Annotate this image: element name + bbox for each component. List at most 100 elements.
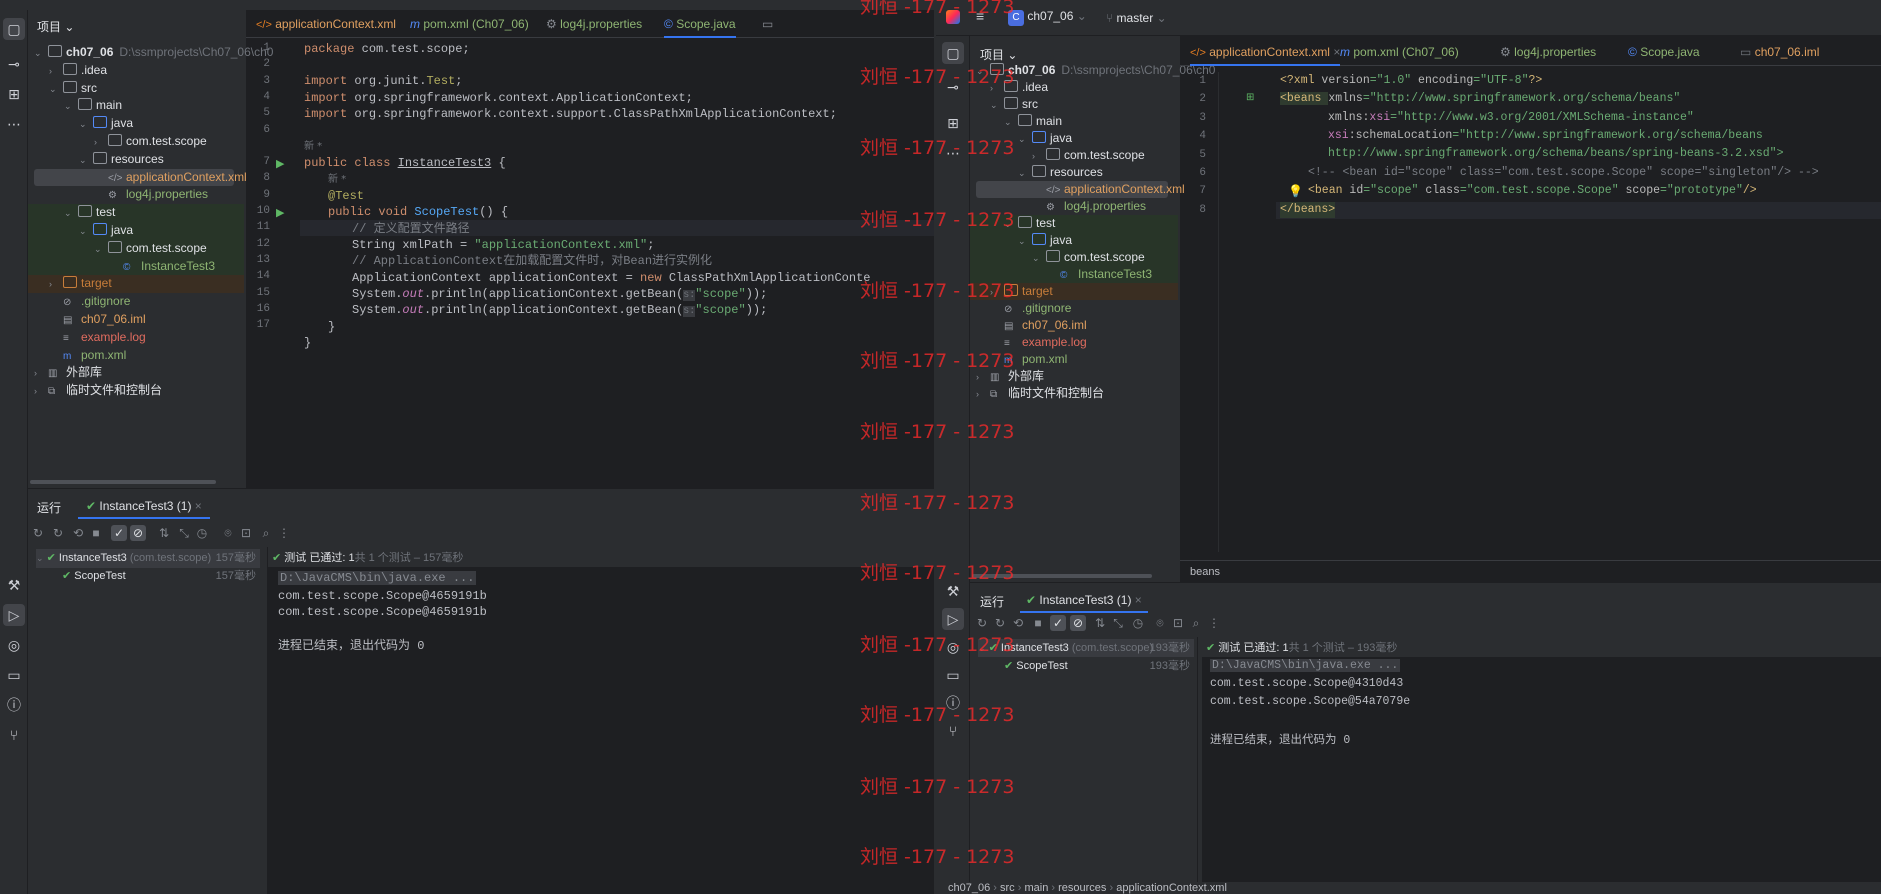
chevron-right-icon[interactable]: › — [1032, 148, 1046, 165]
rerun-failed-icon[interactable]: ↻ — [992, 615, 1008, 631]
tree-item[interactable]: › ▥ 外部库 — [28, 364, 244, 382]
tree-item[interactable]: › ⧉ 临时文件和控制台 — [970, 385, 1178, 402]
run-tool-icon[interactable]: ▷ — [3, 604, 25, 626]
project-panel-title[interactable]: 项目 ⌄ — [980, 46, 1017, 63]
git-icon[interactable]: ⑂ — [3, 724, 25, 746]
status-crumb[interactable]: main — [1024, 882, 1048, 894]
commit-icon[interactable]: ⊸ — [3, 53, 25, 75]
console-output[interactable]: D:\JavaCMS\bin\java.exe ... com.test.sco… — [1202, 657, 1881, 883]
tab-scope-java[interactable]: © Scope.java — [664, 10, 736, 38]
chevron-right-icon[interactable]: › — [976, 386, 990, 403]
tree-item[interactable]: › ⧉ 临时文件和控制台 — [28, 382, 244, 400]
history-icon[interactable]: ◷ — [194, 525, 210, 541]
services-icon[interactable]: ◎ — [3, 634, 25, 656]
more-icon[interactable]: ⋮ — [1206, 615, 1222, 631]
tree-item[interactable]: ⌄ test — [28, 204, 244, 222]
more-tools-icon[interactable]: ⋯ — [3, 113, 25, 135]
status-crumb[interactable]: applicationContext.xml — [1116, 882, 1227, 894]
tab-log4j[interactable]: ⚙ log4j.properties — [546, 10, 642, 38]
tree-item[interactable]: m pom.xml — [28, 347, 244, 365]
tree-item[interactable]: ⌄ java — [970, 232, 1178, 249]
terminal-icon[interactable]: ▭ — [3, 664, 25, 686]
code-editor[interactable]: package com.test.scope; import org.junit… — [304, 41, 934, 481]
tree-item[interactable]: © InstanceTest3 — [28, 257, 244, 276]
chevron-down-icon[interactable]: ⌄ — [1018, 165, 1032, 182]
status-crumb[interactable]: ch07_06 — [948, 882, 990, 894]
stop-icon[interactable]: ■ — [1030, 615, 1046, 631]
run-gutter-icon-method[interactable]: ▶ — [276, 206, 284, 219]
test-tree-child[interactable]: ✔ ScopeTest 157毫秒 — [62, 567, 260, 586]
structure-icon[interactable]: ⊞ — [942, 112, 964, 134]
project-panel-title[interactable]: 项目 ⌄ — [37, 18, 74, 35]
chevron-right-icon[interactable]: › — [34, 383, 48, 401]
tree-item[interactable]: </> applicationContext.xml — [976, 181, 1185, 198]
tree-item[interactable]: </> applicationContext.xml — [34, 168, 247, 187]
collapse-icon[interactable]: ⤡ — [176, 525, 192, 541]
run-tab-label[interactable]: 运行 — [37, 499, 61, 516]
tree-item[interactable]: ▤ ch07_06.iml — [970, 317, 1178, 334]
show-ignored-icon[interactable]: ⊘ — [130, 525, 146, 541]
console-cmd[interactable]: D:\JavaCMS\bin\java.exe ... — [278, 571, 477, 585]
chevron-right-icon[interactable]: › — [94, 134, 108, 152]
tree-item[interactable]: ⊘ .gitignore — [28, 293, 244, 311]
status-crumb[interactable]: src — [1000, 882, 1015, 894]
search-icon[interactable]: ⌕ — [1188, 615, 1204, 631]
tab-applicationcontext[interactable]: </> applicationContext.xml — [256, 10, 396, 38]
stop-icon[interactable]: ■ — [88, 525, 104, 541]
tree-item[interactable]: › com.test.scope — [28, 133, 244, 151]
chevron-down-icon[interactable]: ⌄ — [79, 223, 93, 241]
tree-item[interactable]: ⌄ java — [28, 222, 244, 240]
chevron-right-icon[interactable]: › — [49, 276, 63, 294]
rerun-icon[interactable]: ↻ — [974, 615, 990, 631]
chevron-down-icon[interactable]: ⌄ — [64, 205, 78, 223]
toggle-autotest-icon[interactable]: ⟲ — [1010, 615, 1026, 631]
chevron-down-icon[interactable]: ⌄ — [79, 116, 93, 134]
tab-overflow-icon[interactable]: ▭ — [762, 10, 773, 38]
branch-switcher[interactable]: ⑂ master ⌄ — [1106, 11, 1167, 25]
tree-item[interactable]: ⌄ main — [28, 97, 244, 115]
tree-item[interactable]: ⌄ java — [28, 115, 244, 133]
console-output[interactable]: D:\JavaCMS\bin\java.exe ... com.test.sco… — [268, 567, 934, 894]
run-tab-label[interactable]: 运行 — [980, 593, 1004, 610]
chevron-down-icon[interactable]: ⌄ — [79, 152, 93, 170]
chevron-right-icon[interactable]: › — [34, 365, 48, 383]
rerun-failed-icon[interactable]: ↻ — [50, 525, 66, 541]
tab-log4j[interactable]: ⚙ log4j.properties — [1500, 38, 1596, 66]
editor-breadcrumb[interactable]: beans — [1180, 560, 1881, 582]
tab-applicationcontext[interactable]: </> applicationContext.xml × — [1190, 38, 1341, 66]
show-passed-icon[interactable]: ✓ — [111, 525, 127, 541]
chevron-down-icon[interactable]: ⌄ — [990, 97, 1004, 114]
problems-icon[interactable]: ⓘ — [3, 694, 25, 716]
screenshot-icon[interactable]: ⌾ — [1152, 615, 1168, 631]
project-tool-icon[interactable]: ▢ — [3, 18, 25, 40]
terminal-icon[interactable]: ▭ — [942, 664, 964, 686]
chevron-down-icon[interactable]: ⌄ — [1018, 131, 1032, 148]
tree-item[interactable]: ⌄ src — [970, 96, 1178, 113]
chevron-down-icon[interactable]: ⌄ — [49, 81, 63, 99]
history-icon[interactable]: ◷ — [1130, 615, 1146, 631]
tree-item[interactable]: ⌄ main — [970, 113, 1178, 130]
tab-iml[interactable]: ▭ ch07_06.iml — [1740, 38, 1819, 66]
run-config-tab[interactable]: ✔ InstanceTest3 (1) × — [1020, 587, 1148, 613]
tree-item[interactable]: ▤ ch07_06.iml — [28, 311, 244, 329]
project-tool-icon[interactable]: ▢ — [942, 42, 964, 64]
show-passed-icon[interactable]: ✓ — [1050, 615, 1066, 631]
tab-pom[interactable]: m pom.xml (Ch07_06) — [1340, 38, 1459, 66]
export-icon[interactable]: ⊡ — [238, 525, 254, 541]
tree-item[interactable]: ⌄ com.test.scope — [28, 239, 244, 258]
tree-item[interactable]: ⚙ log4j.properties — [28, 186, 244, 204]
toggle-autotest-icon[interactable]: ⟲ — [70, 525, 86, 541]
tab-pom[interactable]: m pom.xml (Ch07_06) — [410, 10, 529, 38]
export-icon[interactable]: ⊡ — [1170, 615, 1186, 631]
tree-item[interactable]: ⌄ ch07_06 D:\ssmprojects\Ch07_06\ch0 — [28, 44, 273, 62]
status-crumb[interactable]: resources — [1058, 882, 1106, 894]
collapse-icon[interactable]: ⤡ — [1110, 615, 1126, 631]
test-tree-child[interactable]: ✔ ScopeTest 193毫秒 — [1004, 657, 1194, 675]
test-tree-root[interactable]: ⌄ ✔ InstanceTest3 (com.test.scope) 157毫秒 — [36, 549, 260, 568]
build-icon[interactable]: ⚒ — [3, 574, 25, 596]
tree-item[interactable]: › .idea — [28, 62, 244, 80]
chevron-down-icon[interactable]: ⌄ — [1032, 250, 1046, 267]
tree-item[interactable]: ⌄ resources — [970, 164, 1178, 181]
tree-item[interactable]: ⌄ resources — [28, 151, 244, 169]
run-tool-icon[interactable]: ▷ — [942, 608, 964, 630]
